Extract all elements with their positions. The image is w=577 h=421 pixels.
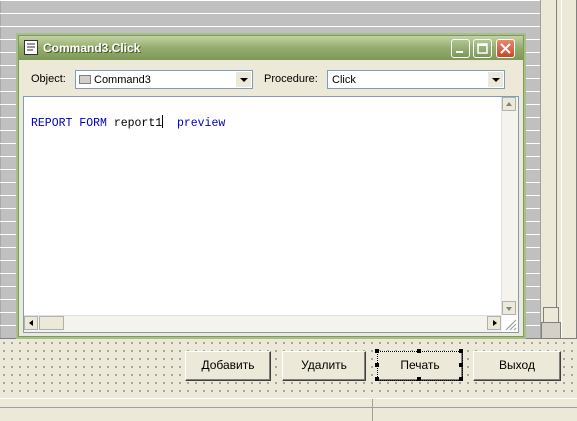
text-caret	[162, 115, 164, 128]
selection-handle-r[interactable]	[459, 363, 463, 367]
horizontal-scrollbar[interactable]	[24, 315, 502, 332]
selection-handle-bl[interactable]	[375, 377, 379, 381]
vertical-scrollbar[interactable]	[501, 97, 518, 315]
vertical-bar-2	[561, 0, 577, 338]
code-keyword: REPORT FORM	[31, 117, 107, 130]
procedure-select-value: Click	[332, 74, 356, 86]
scroll-right-icon[interactable]	[487, 316, 501, 330]
maximize-icon	[477, 43, 488, 54]
add-button[interactable]: Добавить	[185, 351, 271, 381]
maximize-button[interactable]	[473, 39, 492, 58]
horizontal-scroll-thumb[interactable]	[39, 316, 64, 330]
selection-handle-tl[interactable]	[375, 349, 379, 353]
resize-grip-icon[interactable]	[503, 317, 517, 331]
minimize-button[interactable]	[451, 39, 470, 58]
selection-handle-l[interactable]	[375, 363, 379, 367]
code-argument: report1	[113, 117, 163, 130]
object-select-value: Command3	[94, 74, 151, 86]
selection-handle-b[interactable]	[417, 377, 421, 381]
chevron-down-icon[interactable]	[236, 72, 251, 87]
minimize-icon	[456, 51, 463, 53]
vertical-bar-1	[544, 0, 557, 338]
close-button[interactable]	[496, 39, 515, 58]
exit-button[interactable]: Выход	[473, 351, 561, 381]
object-select[interactable]: Command3	[75, 70, 253, 89]
window-title: Command3.Click	[43, 41, 141, 55]
scroll-down-icon[interactable]	[502, 301, 516, 315]
bottom-divider	[0, 407, 577, 408]
corner-square	[543, 307, 559, 323]
selection-handle-tr[interactable]	[459, 349, 463, 353]
right-scroll-strip	[540, 0, 577, 338]
procedure-label: Procedure:	[264, 73, 318, 85]
title-bar[interactable]: Command3.Click	[19, 36, 523, 60]
selection-handle-br[interactable]	[459, 377, 463, 381]
scroll-left-icon[interactable]	[24, 316, 38, 330]
code-window-icon	[24, 40, 38, 55]
close-icon	[500, 43, 511, 54]
command-button-icon	[79, 75, 91, 84]
bottom-panel	[0, 398, 577, 421]
scroll-up-icon[interactable]	[502, 97, 516, 111]
delete-button[interactable]: Удалить	[282, 351, 366, 381]
code-line[interactable]: REPORT FORM report1 preview	[31, 115, 225, 130]
code-keyword-preview: preview	[176, 117, 226, 130]
procedure-toolbar: Object: Command3 Procedure: Click	[19, 64, 523, 92]
code-editor[interactable]: REPORT FORM report1 preview	[23, 96, 519, 333]
code-window: Command3.Click Object: Command3 Procedur…	[18, 35, 524, 337]
procedure-select[interactable]: Click	[327, 70, 505, 89]
selection-handle-t[interactable]	[417, 349, 421, 353]
chevron-down-icon[interactable]	[488, 72, 503, 87]
object-label: Object:	[31, 73, 66, 85]
bottom-separator	[372, 399, 373, 421]
